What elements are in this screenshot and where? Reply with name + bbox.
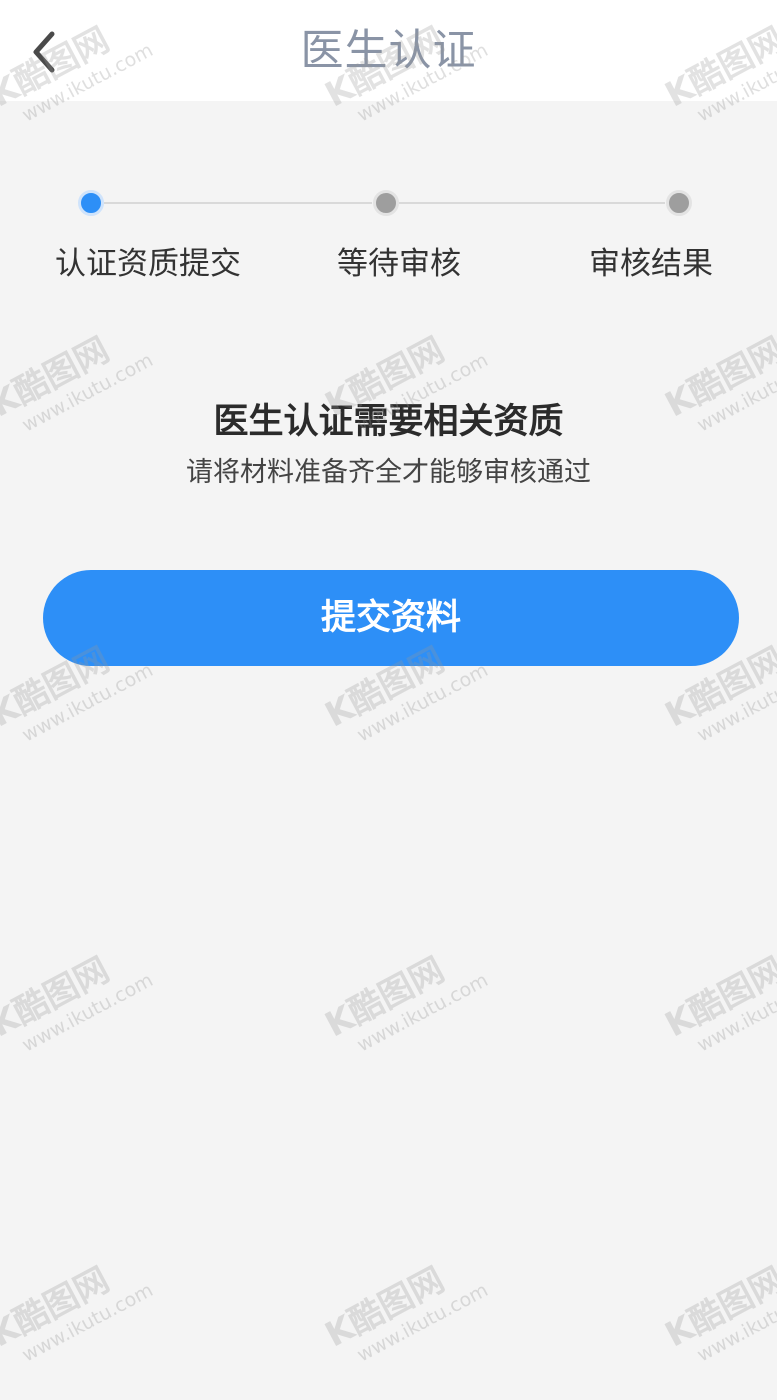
- intro-subtitle: 请将材料准备齐全才能够审核通过: [186, 457, 591, 488]
- watermark-brand: K酷图网: [0, 1259, 116, 1356]
- step-label-submit: 认证资质提交: [55, 246, 241, 282]
- watermark: K酷图网www.ikutu.com: [659, 930, 777, 1089]
- top-bar: 医生认证: [0, 0, 777, 101]
- watermark-brand: K酷图网: [658, 1259, 777, 1356]
- watermark: K酷图网www.ikutu.com: [0, 1240, 176, 1399]
- watermark-url: www.ikutu.com: [693, 969, 777, 1057]
- watermark-url: www.ikutu.com: [693, 1279, 777, 1367]
- page-title: 医生认证: [300, 26, 477, 76]
- intro-section: 医生认证需要相关资质 请将材料准备齐全才能够审核通过: [0, 398, 777, 492]
- watermark-url: www.ikutu.com: [353, 969, 492, 1057]
- watermark-url: www.ikutu.com: [693, 659, 777, 747]
- step-label-review: 等待审核: [337, 246, 461, 282]
- watermark: K酷图网www.ikutu.com: [319, 1240, 511, 1399]
- watermark-brand: K酷图网: [318, 949, 451, 1046]
- watermark-brand: K酷图网: [0, 949, 116, 1046]
- step-label-result: 审核结果: [589, 246, 713, 282]
- watermark-url: www.ikutu.com: [18, 1279, 157, 1367]
- watermark-url: www.ikutu.com: [18, 969, 157, 1057]
- watermark-url: www.ikutu.com: [353, 659, 492, 747]
- step-connector: [399, 202, 665, 204]
- submit-materials-button[interactable]: 提交资料: [43, 570, 739, 666]
- watermark: K酷图网www.ikutu.com: [319, 930, 511, 1089]
- step-dot-active: [78, 190, 104, 216]
- step-dot: [666, 190, 692, 216]
- watermark-brand: K酷图网: [658, 949, 777, 1046]
- watermark: K酷图网www.ikutu.com: [0, 930, 176, 1089]
- watermark-url: www.ikutu.com: [353, 1279, 492, 1367]
- watermark-url: www.ikutu.com: [18, 659, 157, 747]
- watermark: K酷图网www.ikutu.com: [659, 1240, 777, 1399]
- intro-title: 医生认证需要相关资质: [213, 402, 564, 442]
- watermark-brand: K酷图网: [318, 1259, 451, 1356]
- step-connector: [104, 202, 372, 204]
- step-dot: [373, 190, 399, 216]
- progress-steps: 认证资质提交 等待审核 审核结果: [0, 170, 777, 300]
